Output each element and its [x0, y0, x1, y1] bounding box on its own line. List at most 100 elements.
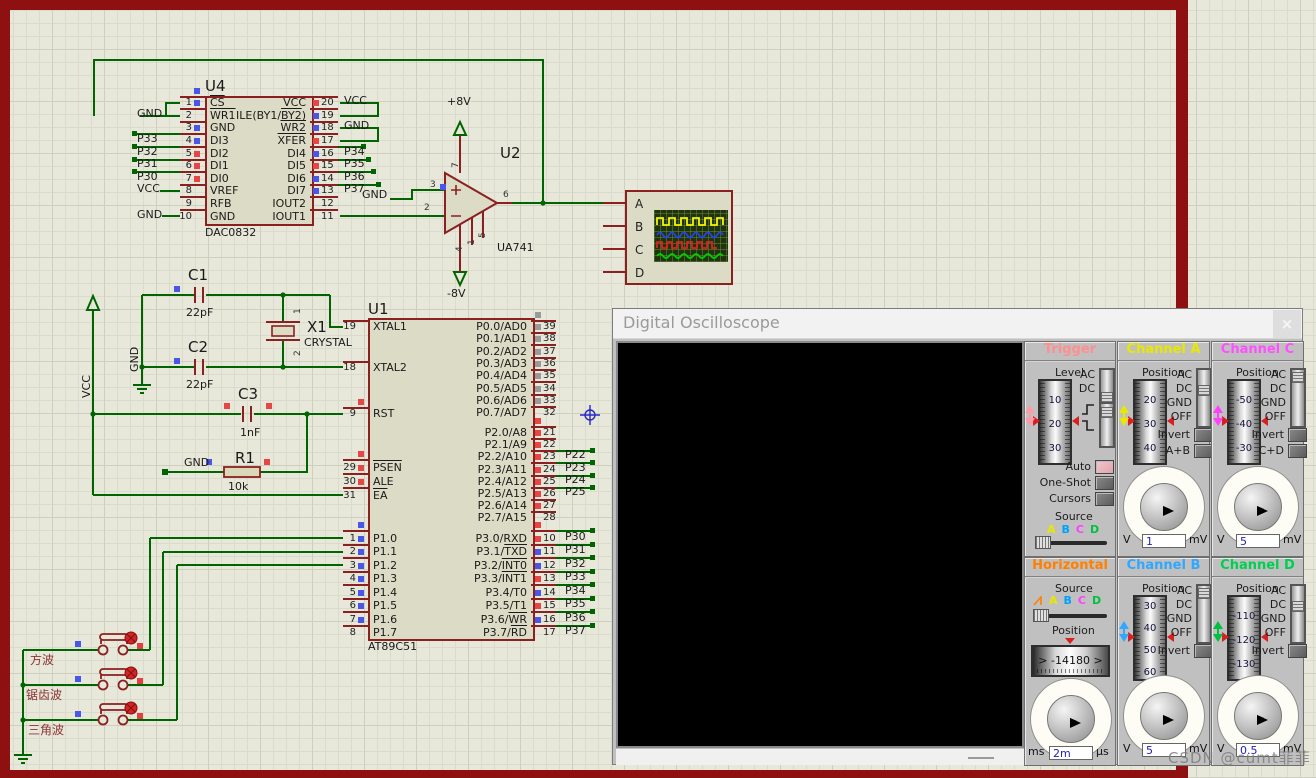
logic-state-square	[535, 549, 541, 556]
pin-label: P1.7	[373, 626, 398, 640]
pin-label: DI7	[287, 184, 306, 198]
pin-row[interactable]: 18 XTAL2	[210, 360, 407, 374]
pin-row[interactable]: 29 PSEN	[210, 451, 402, 474]
auto-button[interactable]	[1095, 460, 1114, 474]
pin-number: 22	[543, 439, 556, 451]
net-label: P37	[565, 624, 586, 638]
trigger-source-channels: ABCD	[1047, 523, 1106, 536]
horizontal-position-readout[interactable]: > -14180 >	[1031, 645, 1110, 677]
logic-state-square	[535, 324, 541, 331]
pin-row[interactable]: 8 VCC VREF	[130, 175, 310, 197]
net-label: P33	[137, 132, 158, 146]
window-titlebar[interactable]: Digital Oscilloscope ×	[613, 309, 1302, 339]
channel-c-gain-value[interactable]: 5	[1236, 534, 1280, 548]
logic-state-square	[194, 150, 200, 157]
pin-stub	[180, 120, 205, 123]
channel-c-gain-knob[interactable]: V 5 mV	[1213, 464, 1303, 550]
channel-a-coupling-labels: AC DC GND OFF	[1166, 368, 1192, 423]
channel-c-invert-button[interactable]	[1288, 428, 1307, 442]
pin-row[interactable]: 9 RST	[210, 398, 394, 420]
pin-label: P0.5/AD5	[476, 381, 527, 395]
pin-row[interactable]: 11 IOUT1	[272, 209, 490, 223]
pin-number: 23	[543, 451, 556, 463]
logic-state-square	[313, 138, 319, 145]
pin-row[interactable]: 5 P1.4	[210, 576, 397, 599]
logic-state-square	[358, 465, 364, 471]
logic-state-square	[358, 451, 364, 457]
trigger-source-slider[interactable]	[1035, 536, 1107, 549]
pin-row[interactable]: 3 P1.2	[210, 549, 397, 572]
timebase-value[interactable]: 2m	[1049, 746, 1093, 760]
close-icon[interactable]: ×	[1273, 310, 1301, 338]
net-label: P32	[137, 144, 158, 158]
u2-pin4: 4	[455, 246, 465, 252]
pin-row[interactable]: 19 XTAL1	[210, 319, 407, 333]
logic-state-square	[535, 616, 541, 623]
net-label: VCC	[344, 94, 367, 108]
pin-number: 2	[185, 109, 192, 121]
pin-label: P3.0/RXD	[475, 531, 527, 545]
button-graphics[interactable]	[97, 631, 144, 726]
pin-row[interactable]: 2 P1.1	[210, 535, 397, 558]
logic-state-square	[358, 562, 364, 569]
net-terminal	[590, 568, 595, 574]
net-label: P31	[565, 543, 586, 557]
horizontal-source-slider[interactable]	[1033, 609, 1107, 622]
pin-row[interactable]: 6 P1.5	[210, 589, 397, 612]
channel-d-invert-button[interactable]	[1288, 644, 1307, 658]
oscilloscope-component[interactable]: A B C D	[625, 190, 733, 285]
net-terminal	[590, 484, 595, 490]
pin-stub	[343, 459, 368, 461]
pin-row[interactable]: 4 P1.3	[210, 562, 397, 585]
pin-number: 17	[321, 135, 334, 147]
net-terminal	[590, 609, 595, 615]
channel-b-coupling-switch[interactable]	[1196, 584, 1212, 644]
net-label: P24	[565, 472, 586, 486]
panel-horizontal: Horizontal Source ABCD Position > -14180…	[1024, 557, 1116, 766]
trigger-coupling-labels: AC DC	[1078, 368, 1095, 395]
pin-number: 11	[321, 210, 334, 222]
ramp-icon	[1033, 596, 1042, 606]
pin-stub	[180, 196, 205, 199]
logic-state-square	[358, 479, 364, 485]
timebase-knob[interactable]: ms 2m µs	[1026, 676, 1116, 762]
pin-label: P3.4/T0	[485, 585, 527, 599]
c-plus-d-button[interactable]	[1288, 444, 1307, 458]
pin-number: 13	[543, 573, 556, 585]
panel-horizontal-title: Horizontal	[1025, 558, 1115, 578]
pin-label: P2.6/A14	[477, 499, 527, 513]
net-label: P35	[565, 597, 586, 611]
pin-label: P1.6	[373, 612, 398, 626]
channel-d-coupling-switch[interactable]	[1290, 584, 1306, 644]
logic-state-square	[358, 603, 364, 610]
pin-row[interactable]: 8 P1.7	[210, 616, 397, 639]
pin-number: 15	[543, 600, 556, 612]
u4-ref: U4	[205, 77, 226, 95]
cursors-button[interactable]	[1095, 492, 1114, 506]
channel-c-coupling-switch[interactable]	[1290, 368, 1306, 428]
pin-number: 14	[543, 586, 556, 598]
trigger-edge-switch[interactable]	[1099, 402, 1115, 448]
channel-a-gain-knob[interactable]: V 1 mV	[1119, 464, 1209, 550]
channel-a-gain-value[interactable]: 1	[1142, 534, 1186, 548]
net-terminal	[371, 169, 376, 175]
pin-row[interactable]: 7 P1.6	[210, 603, 397, 626]
one-shot-label: One-Shot	[1039, 476, 1091, 489]
logic-state-square	[313, 188, 319, 195]
u2-pin5: 5	[478, 232, 488, 238]
pin-row[interactable]: 1 P1.0	[210, 522, 397, 545]
rising-edge-icon	[1082, 404, 1094, 415]
resize-grip[interactable]	[968, 757, 994, 759]
watermark: CSDN @cumt菲菲	[1168, 749, 1311, 767]
logic-state-square	[358, 535, 364, 542]
pin-label: DI5	[287, 159, 306, 173]
net-terminal	[590, 460, 595, 466]
channel-a-coupling-switch[interactable]	[1196, 368, 1212, 428]
net-terminal	[590, 528, 595, 534]
logic-state-square	[535, 589, 541, 596]
r1-ref: R1	[235, 449, 255, 467]
net-label: P34	[565, 583, 586, 597]
net-label: P22	[565, 448, 586, 462]
u4-part: DAC0832	[205, 226, 257, 239]
one-shot-button[interactable]	[1095, 476, 1114, 490]
